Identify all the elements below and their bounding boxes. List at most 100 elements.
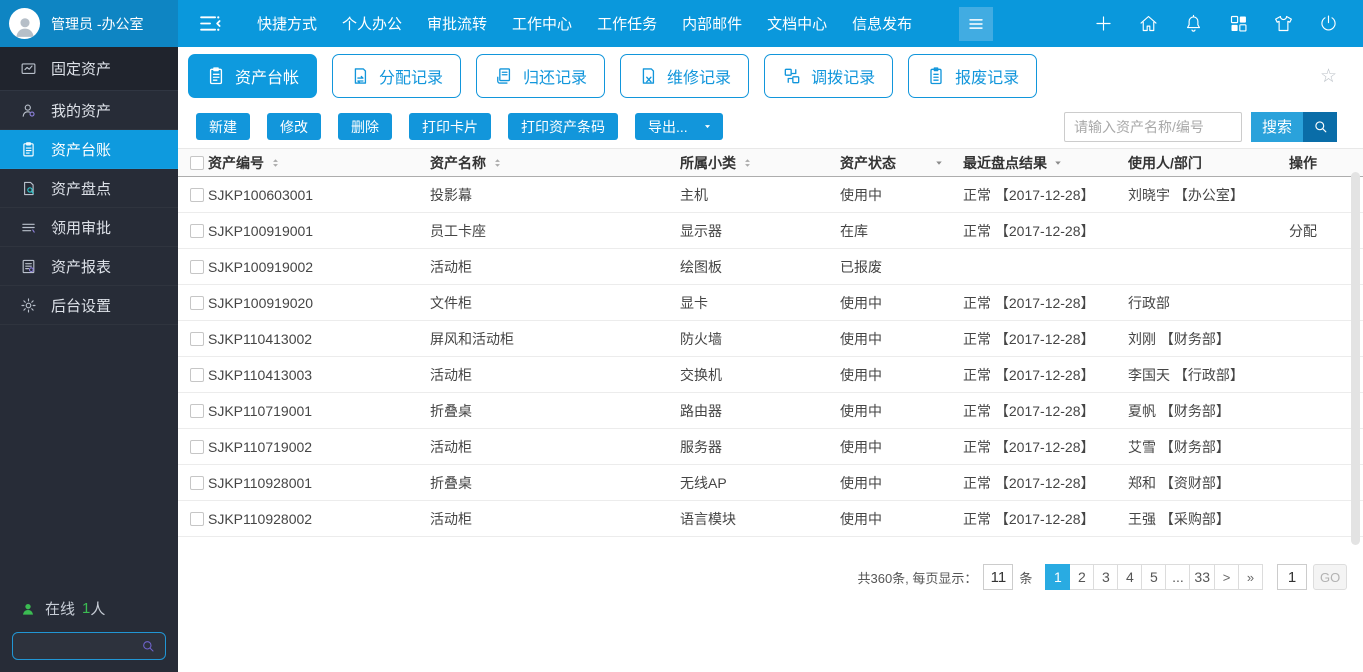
more-menu-button[interactable] [959,6,994,41]
select-all-checkbox[interactable] [190,155,204,170]
topnav-item[interactable]: 内部邮件 [682,13,742,34]
sidebar-search-input[interactable] [22,637,140,655]
next-page-button[interactable]: > [1214,564,1239,590]
asset-code: SJKP110928002 [208,510,313,527]
tab-asset-ledger[interactable]: 资产台帐 [188,54,318,98]
caret-down-icon [933,157,945,169]
new-button[interactable]: 新建 [196,113,250,140]
table-scrollbar[interactable] [1351,172,1360,545]
topnav-item[interactable]: 信息发布 [852,13,912,34]
column-header[interactable]: 所属小类 [680,153,840,173]
search-button[interactable]: 搜索 [1251,111,1303,142]
table-row[interactable]: SJKP100919001 员工卡座 显示器 在库 正常 【2017-12-28】 分配 [178,213,1363,249]
row-checkbox[interactable] [190,187,204,202]
apps-icon[interactable] [1228,13,1249,34]
table-row[interactable]: SJKP110719002 活动柜 服务器 使用中 正常 【2017-12-28】 艾雪 … [178,429,1363,465]
clipboard-lines-icon [926,66,946,86]
asset-category: 交换机 [680,366,722,383]
sidebar-item-backend-settings[interactable]: 后台设置 [0,286,178,325]
topnav-item[interactable]: 工作任务 [597,13,657,34]
table-row[interactable]: SJKP100919020 文件柜 显卡 使用中 正常 【2017-12-28】 行政部 [178,285,1363,321]
topnav-item[interactable]: 快捷方式 [257,13,317,34]
table-row[interactable]: SJKP110928002 活动柜 语言模块 使用中 正常 【2017-12-28】 王强… [178,501,1363,537]
online-count: 1 [82,600,91,617]
column-header: 操作 [1285,153,1363,173]
plus-icon[interactable] [1093,13,1114,34]
asset-code: SJKP100919001 [208,222,314,239]
delete-button[interactable]: 删除 [338,113,392,140]
table-row[interactable]: SJKP110413002 屏风和活动柜 防火墙 使用中 正常 【2017-12-28】… [178,321,1363,357]
column-header[interactable]: 最近盘点结果 [963,153,1128,173]
topnav-item[interactable]: 审批流转 [427,13,487,34]
asset-name: 员工卡座 [430,222,486,239]
sidebar-item-my-assets[interactable]: 我的资产 [0,91,178,130]
page-button-1[interactable]: 1 [1045,564,1071,590]
row-checkbox[interactable] [190,259,204,274]
theme-shirt-icon[interactable] [1273,13,1294,34]
tab-scrap-records[interactable]: 报废记录 [908,54,1038,98]
goto-page-input[interactable] [1277,564,1307,590]
row-checkbox[interactable] [190,475,204,490]
row-checkbox[interactable] [190,223,204,238]
page-button-3[interactable]: 3 [1093,564,1119,590]
sidebar-item-fixed-assets[interactable]: 固定资产 [0,47,178,91]
row-checkbox[interactable] [190,439,204,454]
sidebar-item-asset-ledger[interactable]: 资产台账 [0,130,178,169]
row-checkbox[interactable] [190,403,204,418]
last-page-button[interactable]: » [1238,564,1263,590]
sidebar-item-asset-inventory[interactable]: 资产盘点 [0,169,178,208]
power-icon[interactable] [1318,13,1339,34]
tab-repair-records[interactable]: 维修记录 [620,54,750,98]
row-checkbox[interactable] [190,295,204,310]
asset-category: 语言模块 [680,510,736,527]
column-header[interactable]: 资产名称 [430,153,680,173]
topnav-item[interactable]: 工作中心 [512,13,572,34]
table-row[interactable]: SJKP110719001 折叠桌 路由器 使用中 正常 【2017-12-28】 夏帆 … [178,393,1363,429]
table-row[interactable]: SJKP100603001 投影幕 主机 使用中 正常 【2017-12-28】 刘晓宇 … [178,177,1363,213]
favorite-star-icon[interactable]: ☆ [1320,67,1337,86]
user-profile[interactable]: 管理员 -办公室 [0,0,178,47]
search-icon-button[interactable] [1303,111,1337,142]
go-button[interactable]: GO [1313,564,1347,590]
asset-search-input[interactable] [1064,111,1242,142]
print-barcode-button[interactable]: 打印资产条码 [508,113,618,140]
tab-allocation-records[interactable]: 分配记录 [332,54,462,98]
collapse-menu-icon[interactable] [196,10,223,37]
sidebar-item-requisition-approval[interactable]: 领用审批 [0,208,178,247]
page-button-33[interactable]: 33 [1189,564,1215,590]
doc-search-icon [20,180,37,197]
page-button-2[interactable]: 2 [1069,564,1095,590]
export-button[interactable]: 导出... [635,113,723,140]
table-row[interactable]: SJKP110928001 折叠桌 无线AP 使用中 正常 【2017-12-28】 郑和… [178,465,1363,501]
bell-icon[interactable] [1183,13,1204,34]
sidebar-item-label: 资产报表 [51,258,112,276]
page-size-input[interactable] [983,564,1014,590]
column-header-label: 所属小类 [680,154,736,171]
inventory-result: 正常 【2017-12-28】 [963,330,1095,347]
table-row[interactable]: SJKP110413003 活动柜 交换机 使用中 正常 【2017-12-28】 李国天… [178,357,1363,393]
column-header[interactable]: 资产编号 [208,153,430,173]
page-button-4[interactable]: 4 [1117,564,1143,590]
column-header[interactable]: 资产状态 [840,153,963,173]
edit-button[interactable]: 修改 [267,113,321,140]
page-button-5[interactable]: 5 [1141,564,1167,590]
inventory-result: 正常 【2017-12-28】 [963,294,1095,311]
tabs-row: 资产台帐 分配记录 归还记录 维修记录 调拨记录 报废记录 ☆ [178,47,1363,105]
print-card-button[interactable]: 打印卡片 [409,113,491,140]
pagination-summary: 共360条, 每页显示： [857,570,978,586]
topnav-item[interactable]: 文档中心 [767,13,827,34]
sidebar-item-asset-reports[interactable]: 资产报表 [0,247,178,286]
row-checkbox[interactable] [190,331,204,346]
tab-transfer-records[interactable]: 调拨记录 [764,54,894,98]
tab-label: 归还记录 [523,70,588,87]
tab-return-records[interactable]: 归还记录 [476,54,606,98]
topnav-item[interactable]: 个人办公 [342,13,402,34]
allocate-link[interactable]: 分配 [1289,221,1317,241]
search-icon[interactable] [140,638,156,654]
home-icon[interactable] [1138,13,1159,34]
row-checkbox[interactable] [190,511,204,526]
row-checkbox[interactable] [190,367,204,382]
asset-category: 防火墙 [680,330,722,347]
tab-label: 报废记录 [955,70,1020,87]
table-row[interactable]: SJKP100919002 活动柜 绘图板 已报废 [178,249,1363,285]
